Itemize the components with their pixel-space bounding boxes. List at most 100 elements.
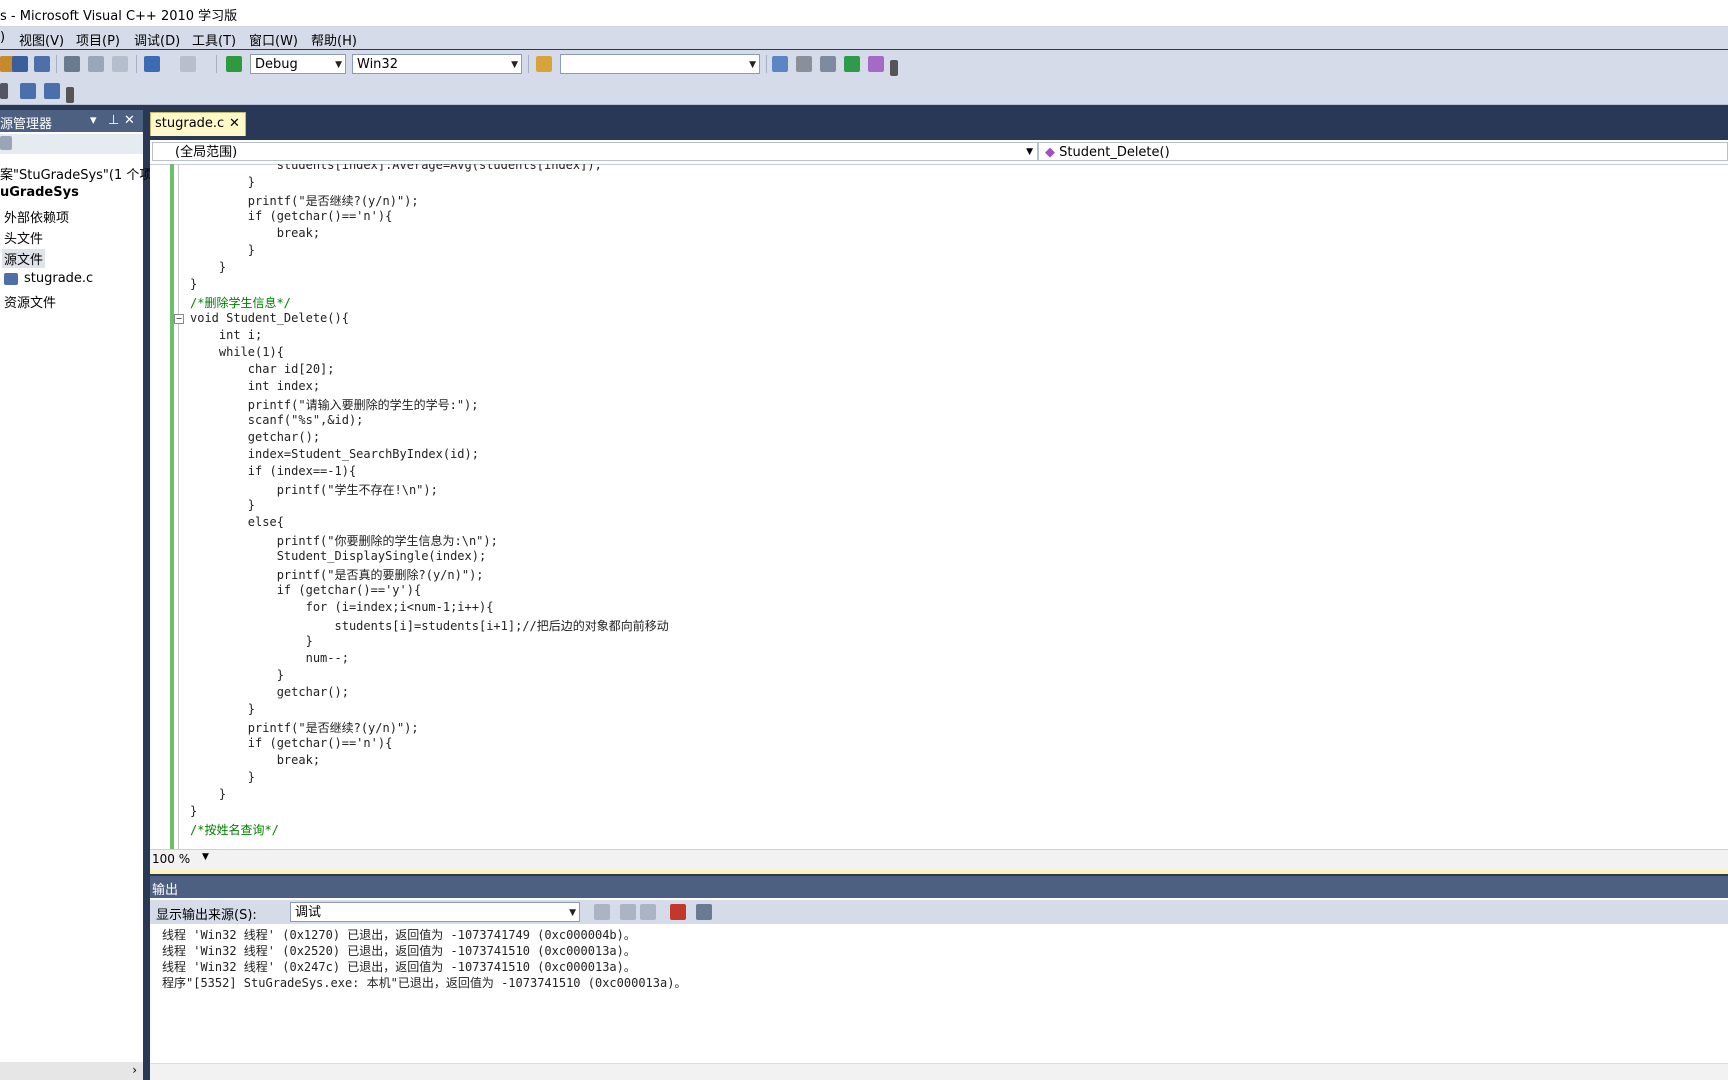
clear-all-icon[interactable] (670, 904, 686, 920)
solution-explorer-scrollbar[interactable]: › (0, 1062, 143, 1080)
close-icon[interactable]: ✕ (229, 116, 240, 131)
tree-file-stugrade[interactable]: stugrade.c (24, 271, 93, 286)
word-wrap-icon[interactable] (696, 904, 712, 920)
solution-explorer-toolbar (0, 134, 143, 154)
method-icon: ◆ (1045, 145, 1055, 160)
code-line: getchar(); (190, 430, 321, 444)
tree-resource-files[interactable]: 资源文件 (4, 292, 56, 311)
toolbar-separator (216, 55, 217, 73)
prev-message-icon[interactable] (620, 904, 636, 920)
output-toolbar: 显示输出来源(S): 调试 ▼ (150, 900, 1728, 924)
navigation-bar: (全局范围) ▼ ◆ Student_Delete() (150, 140, 1728, 165)
platform-value: Win32 (357, 57, 398, 72)
find-combo[interactable]: ▼ (560, 54, 760, 74)
cut-icon[interactable] (64, 56, 80, 72)
output-line: 线程 'Win32 线程' (0x1270) 已退出，返回值为 -1073741… (162, 928, 636, 942)
comment-lines-icon[interactable] (20, 83, 36, 99)
menu-item-file[interactable]: ) (0, 30, 5, 45)
tree-solution[interactable]: 案"StuGradeSys"(1 个项 (0, 164, 152, 183)
copy-icon[interactable] (88, 56, 104, 72)
dropdown-icon[interactable]: ▾ (90, 113, 97, 128)
output-source-combo[interactable]: 调试 ▼ (290, 902, 580, 922)
code-line: int index; (190, 379, 321, 393)
standard-toolbar: Debug ▼ Win32 ▼ ▼ (0, 50, 1728, 78)
zoom-bar: 100 % ▼ (150, 849, 1728, 870)
code-line: break; (190, 226, 321, 240)
output-source-label: 显示输出来源(S): (156, 908, 257, 923)
menu-item-project[interactable]: 项目(P) (76, 30, 120, 49)
menu-item-window[interactable]: 窗口(W) (249, 30, 298, 49)
solution-config-combo[interactable]: Debug ▼ (250, 54, 346, 74)
code-line: students[index].Average=Avg(students[ind… (190, 164, 602, 172)
code-line: } (190, 787, 227, 801)
chevron-down-icon[interactable]: ▼ (202, 852, 209, 862)
platform-combo[interactable]: Win32 ▼ (352, 54, 522, 74)
chevron-down-icon: ▼ (1026, 147, 1033, 157)
output-header: 输出 (150, 876, 1728, 898)
toolbar-options-icon[interactable] (890, 60, 898, 76)
properties-icon[interactable] (796, 56, 812, 72)
pin-icon[interactable]: ⊥ (108, 113, 119, 128)
menu-item-tools[interactable]: 工具(T) (192, 30, 236, 49)
tree-header-files[interactable]: 头文件 (4, 228, 43, 247)
start-page-icon[interactable] (844, 56, 860, 72)
code-line: if (getchar()=='y'){ (190, 583, 422, 597)
tree-source-files[interactable]: 源文件 (2, 249, 46, 268)
chevron-right-icon[interactable]: › (132, 1063, 137, 1077)
code-line: getchar(); (190, 685, 349, 699)
tree-external-deps[interactable]: 外部依赖项 (4, 207, 69, 226)
code-line: printf("是否真的要删除?(y/n)"); (190, 568, 484, 582)
code-line: } (190, 770, 256, 784)
member-combo[interactable]: ◆ Student_Delete() (1038, 142, 1728, 161)
tab-label: stugrade.c (155, 116, 225, 131)
solution-explorer-title: 源管理器 (0, 117, 53, 132)
output-scrollbar[interactable] (150, 1063, 1728, 1080)
code-line: if (getchar()=='n'){ (190, 209, 393, 223)
solution-explorer-header: 源管理器 ▾ ⊥ ✕ (0, 110, 143, 132)
code-line: printf("学生不存在!\n"); (190, 483, 438, 497)
redo-icon[interactable] (180, 56, 196, 72)
code-line: char id[20]; (190, 362, 335, 376)
extensions-icon[interactable] (868, 56, 884, 72)
menu-item-view[interactable]: 视图(V) (19, 30, 64, 49)
outline-guide (178, 164, 179, 849)
next-message-icon[interactable] (640, 904, 656, 920)
toolbar-grip-icon (0, 83, 8, 99)
chevron-down-icon: ▼ (749, 60, 756, 70)
menu-item-help[interactable]: 帮助(H) (311, 30, 357, 49)
collapse-icon[interactable]: − (174, 314, 184, 324)
scope-combo[interactable]: (全局范围) ▼ (152, 142, 1038, 161)
output-line: 程序"[5352] StuGradeSys.exe: 本机"已退出，返回值为 -… (162, 976, 687, 990)
code-line: if (getchar()=='n'){ (190, 736, 393, 750)
code-line: /*按姓名查询*/ (190, 823, 279, 837)
properties-icon[interactable] (0, 136, 12, 150)
start-debugging-icon[interactable] (226, 56, 242, 72)
toolbar-separator (766, 55, 767, 73)
code-editor[interactable]: (全局范围) ▼ ◆ Student_Delete() − students[i… (150, 140, 1728, 870)
paste-icon[interactable] (112, 56, 128, 72)
panel-splitter[interactable] (150, 870, 1728, 874)
toolbar-options-icon[interactable] (66, 87, 74, 103)
tab-stugrade[interactable]: stugrade.c ✕ (150, 112, 246, 136)
output-panel: 输出 显示输出来源(S): 调试 ▼ 线程 'Win32 线程' (0x1270… (150, 876, 1728, 1080)
find-message-icon[interactable] (594, 904, 610, 920)
zoom-level[interactable]: 100 % (152, 852, 190, 866)
window-title: s - Microsoft Visual C++ 2010 学习版 (0, 9, 238, 24)
toolbar-separator (56, 55, 57, 73)
undo-icon[interactable] (144, 56, 160, 72)
close-icon[interactable]: ✕ (124, 113, 135, 128)
solution-explorer-icon[interactable] (772, 56, 788, 72)
change-margin (170, 164, 174, 849)
save-all-icon[interactable] (34, 56, 50, 72)
find-in-files-icon[interactable] (536, 56, 552, 72)
code-line: printf("是否继续?(y/n)"); (190, 721, 419, 735)
save-icon[interactable] (12, 56, 28, 72)
toolbar-separator (528, 55, 529, 73)
toolbox-icon[interactable] (820, 56, 836, 72)
code-line: } (190, 634, 313, 648)
output-source-value: 调试 (295, 905, 322, 920)
uncomment-lines-icon[interactable] (44, 83, 60, 99)
menu-item-debug[interactable]: 调试(D) (134, 30, 180, 49)
tree-project[interactable]: uGradeSys (0, 185, 79, 200)
code-view[interactable]: − students[index].Average=Avg(students[i… (150, 164, 1728, 849)
